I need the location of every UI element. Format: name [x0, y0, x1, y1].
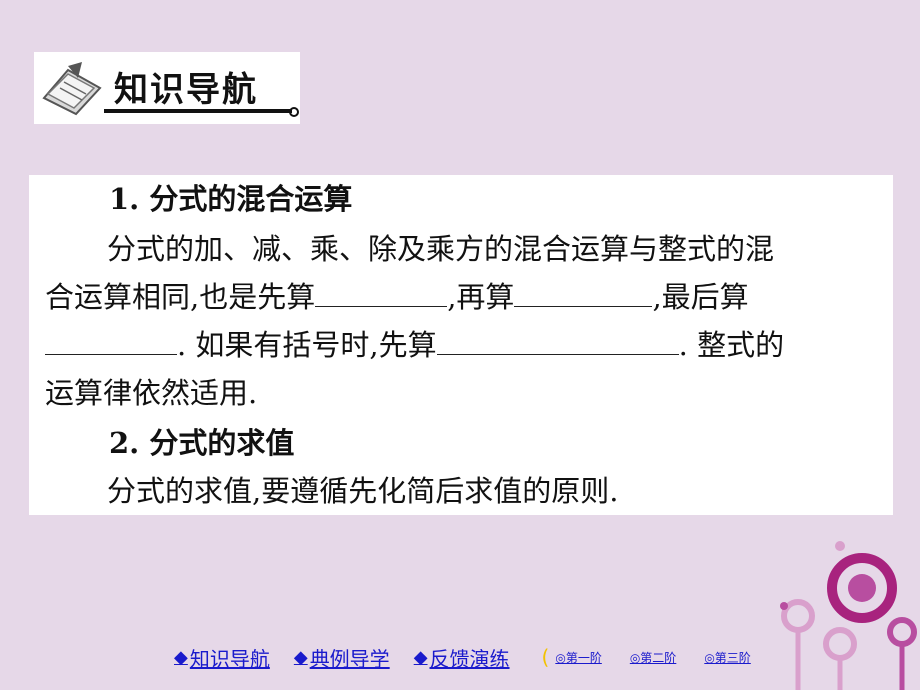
- nav-link-label: 典例导学: [309, 646, 390, 671]
- book-icon: [42, 62, 102, 116]
- nav-link-examples[interactable]: ◆ 典例导学: [294, 643, 390, 672]
- para1-line2-part1: 合运算相同,也是先算: [45, 280, 316, 314]
- answer-blank-3: [45, 330, 177, 355]
- content-panel: 1. 分式的混合运算 分式的加、减、乘、除及乘方的混合运算与整式的混 合运算相同…: [29, 175, 893, 515]
- para1-line3: . 如果有括号时,先算 . 整式的: [45, 325, 784, 365]
- para1-line2-part2: ,再算: [447, 280, 515, 314]
- para1-line2-part3: ,最后算: [652, 280, 749, 314]
- nav-link-practice[interactable]: ◆ 反馈演练: [414, 643, 510, 672]
- answer-blank-1: [315, 282, 448, 307]
- section1-title: 1. 分式的混合运算: [109, 182, 353, 216]
- section-badge: 知识导航: [34, 52, 300, 124]
- stage-link-2[interactable]: ◎第二阶: [630, 649, 676, 666]
- section2-title: 2. 分式的求值: [109, 426, 295, 460]
- badge-underline: [104, 107, 299, 117]
- diamond-icon: ◆: [174, 646, 188, 668]
- para1-line4: 运算律依然适用.: [45, 376, 258, 410]
- open-paren: (: [541, 645, 550, 669]
- diamond-icon: ◆: [413, 646, 428, 668]
- stage-link-3[interactable]: ◎第三阶: [704, 649, 750, 666]
- para1-line1: 分式的加、减、乘、除及乘方的混合运算与整式的混: [107, 232, 775, 266]
- nav-link-label: 知识导航: [189, 646, 270, 671]
- para1-line3-part2: . 整式的: [678, 328, 785, 362]
- nav-link-label: 反馈演练: [429, 646, 510, 671]
- para1-line3-part1: . 如果有括号时,先算: [177, 328, 437, 362]
- diamond-icon: ◆: [293, 646, 308, 668]
- bottom-navigation: ◆ 知识导航 ◆ 典例导学 ◆ 反馈演练 ( ◎第一阶 ◎第二阶 ◎第三阶: [174, 640, 779, 674]
- stage-link-1[interactable]: ◎第一阶: [555, 649, 601, 666]
- para1-line2: 合运算相同,也是先算 ,再算 ,最后算: [45, 277, 749, 317]
- nav-link-knowledge[interactable]: ◆ 知识导航: [174, 643, 270, 672]
- answer-blank-2: [514, 282, 653, 307]
- badge-title: 知识导航: [114, 70, 258, 110]
- decorative-circles: [780, 541, 917, 690]
- answer-blank-4: [436, 330, 679, 355]
- para2: 分式的求值,要遵循先化简后求值的原则.: [107, 474, 619, 508]
